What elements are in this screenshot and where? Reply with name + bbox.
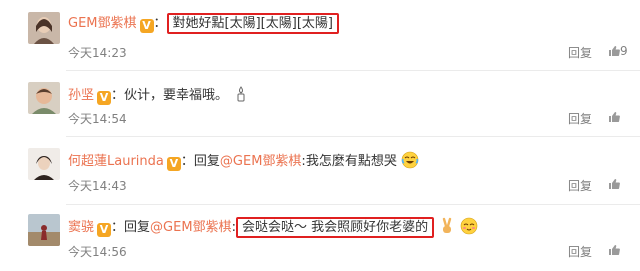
mention-link[interactable]: @GEM鄧紫棋	[150, 220, 232, 235]
thumbs-up-icon	[609, 46, 620, 56]
like-button[interactable]	[608, 110, 620, 124]
timestamp: 今天14:56	[68, 245, 127, 259]
username[interactable]: 窦骁	[68, 220, 94, 235]
verified-badge-icon: V	[97, 91, 112, 105]
reply-prefix: 回复	[193, 154, 220, 169]
avatar[interactable]	[28, 148, 60, 180]
thumbs-up-icon	[609, 112, 620, 122]
colon: ：	[111, 220, 125, 235]
timestamp: 今天14:54	[68, 112, 127, 126]
username[interactable]: 何超蓮Laurinda	[68, 154, 164, 169]
victory-hand-emoji	[443, 217, 452, 233]
divider	[66, 70, 640, 71]
timestamp: 今天14:43	[68, 179, 127, 193]
divider	[66, 136, 640, 137]
like-button[interactable]	[608, 177, 620, 191]
timestamp: 今天14:23	[68, 46, 127, 60]
crying-laughing-emoji	[401, 151, 419, 169]
comment-text: 会哒会哒～ 我会照顾好你老婆的	[235, 217, 435, 238]
comment-text: 我怎麼有點想哭	[305, 154, 397, 169]
reply-button[interactable]: 回复	[568, 44, 592, 61]
reply-prefix: 回复	[124, 220, 151, 235]
avatar[interactable]	[28, 82, 60, 114]
blushing-face-emoji	[461, 217, 478, 235]
verified-badge-icon: V	[139, 19, 154, 33]
thumbs-up-icon	[609, 245, 620, 255]
like-button[interactable]	[608, 243, 620, 257]
divider	[66, 204, 640, 205]
verified-badge-icon: V	[97, 223, 112, 237]
like-button[interactable]: 9	[608, 44, 628, 58]
reply-button[interactable]: 回复	[568, 110, 592, 127]
reply-button[interactable]: 回复	[568, 243, 592, 260]
verified-badge-icon: V	[166, 157, 181, 171]
colon: ：	[180, 154, 194, 169]
colon: ：	[111, 88, 125, 103]
avatar[interactable]	[28, 12, 60, 44]
comment-text: 對她好點[太陽][太陽][太陽]	[166, 13, 339, 34]
thumbs-up-icon	[609, 179, 620, 189]
mention-link[interactable]: @GEM鄧紫棋	[220, 154, 302, 169]
username[interactable]: 孙坚	[68, 88, 94, 103]
reply-button[interactable]: 回复	[568, 177, 592, 194]
candle-emoji	[237, 86, 245, 102]
comment-text: 伙计，要幸福哦。	[124, 88, 229, 103]
avatar[interactable]	[28, 214, 60, 246]
comment-feed: GEM鄧紫棋 V：對她好點[太陽][太陽][太陽] 今天14:23 回复 9 孙坚…	[0, 0, 640, 271]
username[interactable]: GEM鄧紫棋	[68, 16, 137, 31]
colon: ：	[153, 16, 167, 31]
like-count: 9	[620, 44, 628, 58]
